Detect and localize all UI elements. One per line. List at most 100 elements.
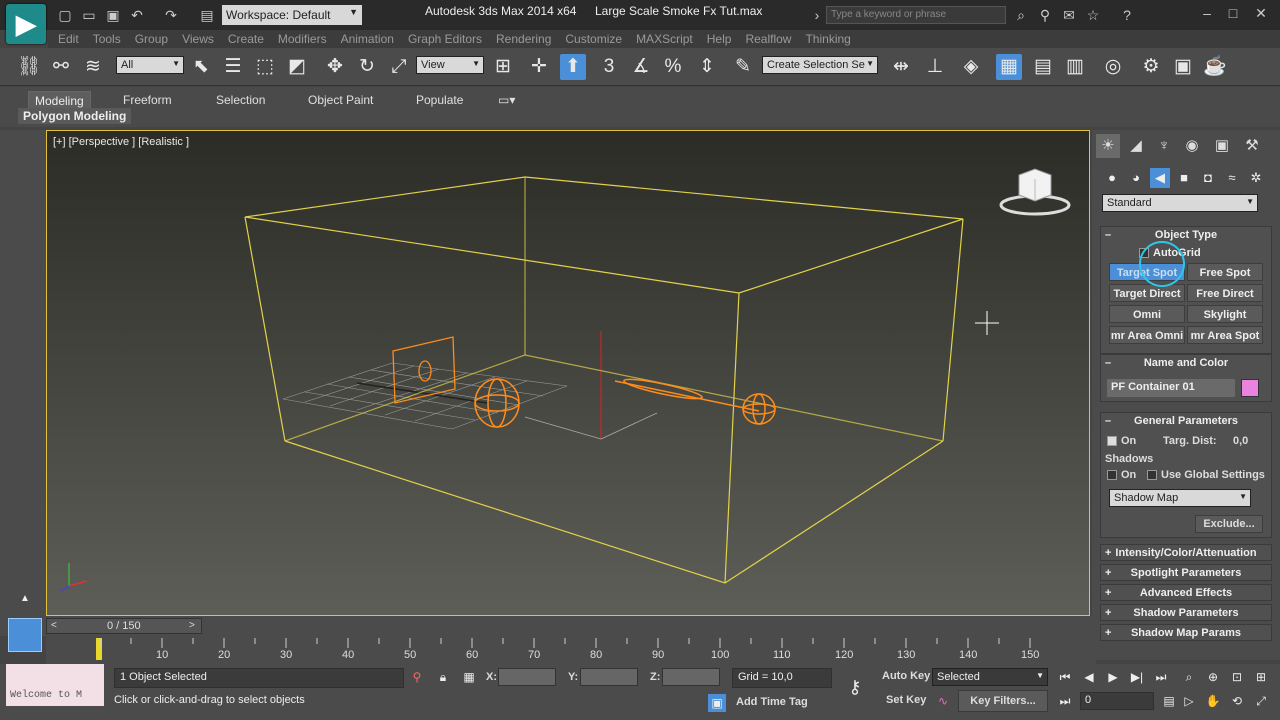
menu-help[interactable]: Help (707, 30, 732, 46)
current-frame-field[interactable]: 0 (1080, 692, 1154, 710)
spotlight-parameters-rollout[interactable]: + Spotlight Parameters (1100, 564, 1272, 581)
isolate-icon[interactable]: ⚲ (408, 668, 426, 686)
menu-tools[interactable]: Tools (93, 30, 121, 46)
transform-mode-icon[interactable]: ▦ (460, 668, 478, 686)
name-and-color-title[interactable]: – Name and Color (1101, 355, 1271, 371)
select-manipulate-icon[interactable]: ✛ (526, 54, 552, 80)
exclude-button[interactable]: Exclude... (1195, 515, 1263, 533)
menu-rendering[interactable]: Rendering (496, 30, 551, 46)
cameras-icon[interactable]: ■ (1174, 168, 1194, 188)
use-global-settings-checkbox[interactable]: Use Global Settings (1147, 469, 1265, 481)
select-object-icon[interactable]: ⬉ (188, 54, 214, 80)
modify-tab-icon[interactable]: ◢ (1124, 134, 1148, 158)
render-setup-icon[interactable]: ⚙ (1138, 54, 1164, 80)
light-on-checkbox[interactable]: On (1107, 435, 1136, 447)
zoom-icon[interactable]: ⌕ (1180, 668, 1198, 686)
layer-manager-icon[interactable]: ◈ (958, 54, 984, 80)
viewport-layout-icon[interactable] (8, 618, 42, 652)
z-coordinate-field[interactable] (662, 668, 720, 686)
hierarchy-tab-icon[interactable]: ♆ (1152, 134, 1176, 158)
lights-icon[interactable]: ◀ (1150, 168, 1170, 188)
align-icon[interactable]: ⊥ (922, 54, 948, 80)
tab-freeform[interactable]: Freeform (117, 91, 178, 109)
go-to-start-icon[interactable]: ⏮ (1056, 668, 1074, 686)
menu-customize[interactable]: Customize (565, 30, 622, 46)
percent-snap-icon[interactable]: % (660, 54, 686, 80)
key-mode-dropdown[interactable]: Selected ▼ (932, 668, 1048, 686)
unlink-icon[interactable]: ⚯ (48, 54, 74, 80)
render-teapot-icon[interactable]: ☕ (1202, 54, 1228, 80)
angle-snap-icon[interactable]: ∡ (628, 54, 654, 80)
free-spot-button[interactable]: Free Spot (1187, 263, 1263, 281)
field-of-view-icon[interactable]: ▷ (1180, 692, 1198, 710)
maxscript-listener[interactable]: Welcome to M (6, 664, 104, 706)
motion-tab-icon[interactable]: ◉ (1180, 134, 1204, 158)
rect-selection-icon[interactable]: ⬚ (252, 54, 278, 80)
advanced-effects-rollout[interactable]: + Advanced Effects (1100, 584, 1272, 601)
arrow-left-icon[interactable]: < (51, 620, 57, 631)
rendered-frame-icon[interactable]: ▣ (1170, 54, 1196, 80)
object-type-title[interactable]: – Object Type (1101, 227, 1271, 243)
save-icon[interactable]: ▣ (104, 6, 122, 24)
material-editor-icon[interactable]: ◎ (1100, 54, 1126, 80)
arrow-right-icon[interactable]: > (189, 620, 195, 631)
open-file-icon[interactable]: ▭ (80, 6, 98, 24)
time-tag-icon[interactable]: ▣ (708, 694, 726, 712)
key-icon[interactable]: ⚲ (1036, 6, 1054, 24)
next-frame-icon[interactable]: ▶| (1128, 668, 1146, 686)
y-coordinate-field[interactable] (580, 668, 638, 686)
key-mode-toggle-icon[interactable]: ⏭ (1056, 692, 1074, 710)
tab-populate[interactable]: Populate (410, 91, 469, 109)
skylight-button[interactable]: Skylight (1187, 305, 1263, 323)
previous-frame-icon[interactable]: ◀ (1080, 668, 1098, 686)
omni-button[interactable]: Omni (1109, 305, 1185, 323)
menu-animation[interactable]: Animation (341, 30, 394, 46)
shadows-on-checkbox[interactable]: On (1107, 469, 1136, 481)
link-icon[interactable]: ⛓ (16, 54, 42, 80)
new-file-icon[interactable]: ▢ (56, 6, 74, 24)
keyboard-shortcut-icon[interactable]: ⬆ (560, 54, 586, 80)
help-icon[interactable]: ? (1118, 6, 1136, 24)
default-tangent-icon[interactable]: ∿ (934, 692, 952, 710)
target-direct-button[interactable]: Target Direct (1109, 284, 1185, 302)
set-key-button[interactable]: Set Key (886, 694, 926, 706)
key-icon[interactable]: ⚷ (846, 678, 864, 696)
menu-views[interactable]: Views (182, 30, 214, 46)
chevron-right-icon[interactable]: › (808, 6, 826, 24)
shadow-map-params-rollout[interactable]: + Shadow Map Params (1100, 624, 1272, 641)
time-config-icon[interactable]: ▤ (1160, 692, 1178, 710)
snaps-toggle-icon[interactable]: 3 (596, 54, 622, 80)
mr-area-spot-button[interactable]: mr Area Spot (1187, 326, 1263, 344)
menu-maxscript[interactable]: MAXScript (636, 30, 693, 46)
edit-named-selection-icon[interactable]: ✎ (730, 54, 756, 80)
zoom-extents-all-icon[interactable]: ⊞ (1252, 668, 1270, 686)
select-by-name-icon[interactable]: ☰ (220, 54, 246, 80)
orbit-icon[interactable]: ⟲ (1228, 692, 1246, 710)
maximize-icon[interactable]: □ (1224, 4, 1242, 22)
menu-edit[interactable]: Edit (58, 30, 79, 46)
utilities-tab-icon[interactable]: ⚒ (1240, 134, 1264, 158)
project-folder-icon[interactable]: ▤ (198, 6, 216, 24)
tab-selection[interactable]: Selection (210, 91, 271, 109)
track-bar[interactable]: 10 20 30 40 50 60 70 80 90 100 110 120 1… (46, 636, 1096, 664)
reference-coord-dropdown[interactable]: View ▼ (416, 56, 484, 74)
app-logo[interactable]: ▶ (6, 4, 46, 44)
auto-key-button[interactable]: Auto Key (882, 670, 930, 682)
object-color-swatch[interactable] (1241, 379, 1259, 397)
selection-filter-dropdown[interactable]: All ▼ (116, 56, 184, 74)
mr-area-omni-button[interactable]: mr Area Omni (1109, 326, 1185, 344)
star-icon[interactable]: ☆ (1084, 6, 1102, 24)
close-icon[interactable]: ✕ (1252, 4, 1270, 22)
ribbon-options-icon[interactable]: ▭▾ (492, 91, 521, 109)
communication-icon[interactable]: ✉ (1060, 6, 1078, 24)
menu-realflow[interactable]: Realflow (745, 30, 791, 46)
menu-thinking[interactable]: Thinking (805, 30, 850, 46)
time-slider[interactable]: < 0 / 150 > (46, 618, 202, 634)
move-icon[interactable]: ✥ (322, 54, 348, 80)
helpers-icon[interactable]: ◘ (1198, 168, 1218, 188)
free-direct-button[interactable]: Free Direct (1187, 284, 1263, 302)
ribbon-panel-polygon-modeling[interactable]: Polygon Modeling (18, 108, 132, 124)
maximize-viewport-icon[interactable]: ⤢ (1252, 692, 1270, 710)
search-input[interactable]: Type a keyword or phrase (826, 6, 1006, 24)
perspective-viewport[interactable]: [+] [Perspective ] [Realistic ] (46, 130, 1090, 616)
